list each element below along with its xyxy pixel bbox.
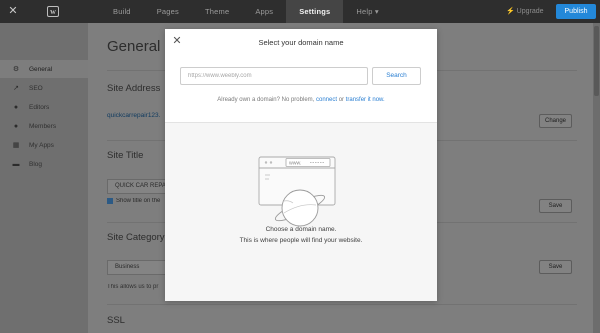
top-navigation-bar: ✕ w Build Pages Theme Apps Settings Help… (0, 0, 600, 23)
sidebar-item-label: Editors (29, 103, 50, 111)
transfer-domain-link[interactable]: transfer it now. (346, 97, 385, 103)
sidebar-item-label: Members (29, 122, 57, 130)
tab-help[interactable]: Help ▾ (343, 0, 391, 23)
editor-tabs: Build Pages Theme Apps Settings Help ▾ (100, 0, 392, 23)
sidebar-item-members[interactable]: ● Members (0, 117, 88, 135)
search-button[interactable]: Search (372, 67, 421, 85)
sidebar-item-seo[interactable]: ↗ SEO (0, 79, 88, 97)
save-category-button[interactable]: Save (539, 260, 572, 274)
domain-modal: ✕ Select your domain name Search Already… (165, 29, 437, 301)
ssl-heading: SSL (107, 315, 125, 326)
empty-state-title: Choose a domain name. (265, 226, 337, 233)
modal-title: Select your domain name (258, 38, 344, 47)
checkbox-label: Show title on the (116, 198, 161, 204)
person-icon: ● (13, 103, 19, 111)
sidebar-item-my-apps[interactable]: ▦ My Apps (0, 136, 88, 154)
site-title-heading: Site Title (107, 150, 144, 161)
own-domain-text: Already own a domain? No problem, connec… (165, 97, 437, 103)
or-text: or (338, 97, 345, 103)
sidebar-item-general[interactable]: ⚙ General (0, 60, 88, 78)
publish-button[interactable]: Publish (556, 4, 596, 19)
divider (107, 304, 577, 305)
change-address-button[interactable]: Change (539, 114, 572, 128)
tab-pages[interactable]: Pages (144, 0, 192, 23)
sidebar-item-label: Blog (29, 160, 43, 168)
own-domain-prompt: Already own a domain? No problem, (217, 97, 315, 103)
url-bar-text: www. (289, 161, 301, 167)
members-icon: ● (13, 122, 19, 130)
site-category-help: This allows us to pr (107, 284, 159, 290)
close-editor-icon[interactable]: ✕ (6, 4, 20, 18)
sidebar-item-editors[interactable]: ● Editors (0, 98, 88, 116)
sidebar-item-label: General (29, 65, 53, 73)
weebly-logo[interactable]: w (47, 6, 59, 17)
scrollbar-thumb[interactable] (594, 26, 599, 96)
trend-icon: ↗ (13, 85, 19, 92)
sidebar-item-label: SEO (29, 84, 43, 92)
tab-apps[interactable]: Apps (242, 0, 286, 23)
site-category-heading: Site Category (107, 232, 165, 243)
site-category-select[interactable]: Business (107, 260, 167, 275)
connect-domain-link[interactable]: connect (316, 97, 337, 103)
tab-theme[interactable]: Theme (192, 0, 242, 23)
sidebar-item-blog[interactable]: ▬ Blog (0, 155, 88, 173)
sidebar-item-label: My Apps (29, 141, 54, 149)
tab-settings[interactable]: Settings (286, 0, 344, 23)
tab-build[interactable]: Build (100, 0, 144, 23)
show-title-checkbox[interactable]: Show title on the (107, 198, 165, 204)
domain-search-input[interactable] (180, 67, 368, 85)
page-title: General (107, 38, 161, 55)
site-address-heading: Site Address (107, 83, 161, 94)
site-address-link[interactable]: quickcarrepair123. (107, 112, 160, 119)
empty-state-subtitle: This is where people will find your webs… (239, 237, 363, 244)
save-title-button[interactable]: Save (539, 199, 572, 213)
checkbox-checked-icon (107, 198, 113, 204)
apps-grid-icon: ▦ (12, 142, 20, 149)
chat-bubble-icon: ▬ (12, 160, 20, 168)
settings-sidebar: ⚙ General ↗ SEO ● Editors ● Members ▦ My… (0, 23, 88, 333)
site-title-input[interactable]: QUICK CAR REPAIR (107, 179, 167, 194)
upgrade-link[interactable]: ⚡ Upgrade (506, 0, 544, 23)
gear-icon: ⚙ (12, 66, 20, 73)
